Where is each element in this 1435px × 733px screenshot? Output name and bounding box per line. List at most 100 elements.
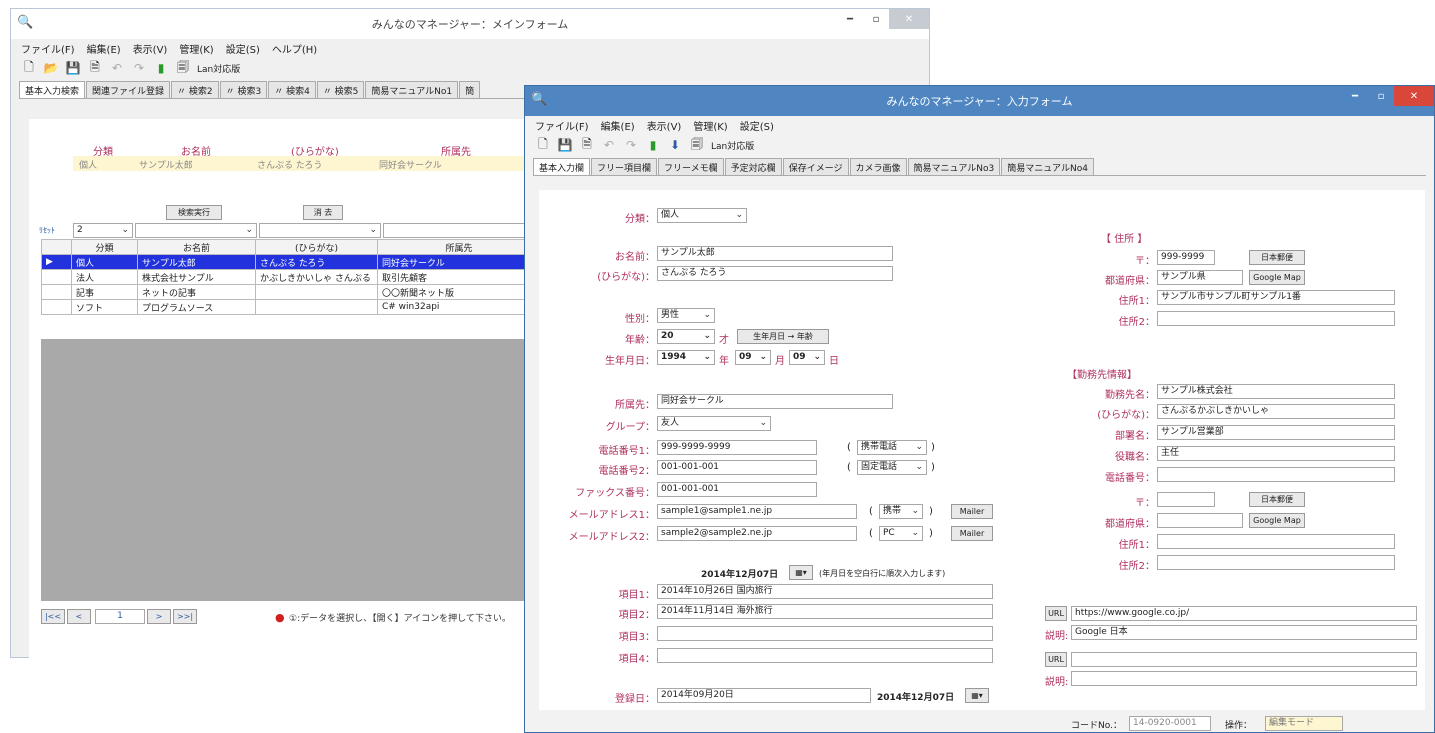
url-button[interactable]: URL [1045, 606, 1067, 621]
reg-calendar-dropdown-icon[interactable]: ▦▾ [965, 688, 989, 703]
mail2-field[interactable]: sample2@sample2.ne.jp [657, 526, 857, 541]
addr-a2-field[interactable] [1157, 311, 1395, 326]
work-gmap-button[interactable]: Google Map [1249, 513, 1305, 528]
menu-view[interactable]: 表示(V) [647, 118, 682, 133]
cat-select[interactable]: 個人 [657, 208, 747, 223]
kana-field[interactable]: さんぷる たろう [657, 266, 893, 281]
minimize-button[interactable]: ━ [837, 9, 863, 29]
group-select[interactable]: 友人 [657, 416, 771, 431]
tab-manual-more[interactable]: 簡 [459, 81, 481, 98]
sex-select[interactable]: 男性 [657, 308, 715, 323]
maximize-button[interactable]: ▫ [1368, 86, 1394, 106]
tab-manual3[interactable]: 簡易マニュアルNo3 [907, 158, 1001, 175]
maximize-button[interactable]: ▫ [863, 9, 889, 29]
work-dept-field[interactable]: サンプル営業部 [1157, 425, 1395, 440]
col-name[interactable]: お名前 [137, 239, 256, 255]
item4-field[interactable] [657, 648, 993, 663]
tab-related-files[interactable]: 関連ファイル登録 [86, 81, 171, 98]
undo-icon[interactable]: ↶ [109, 60, 125, 76]
work-tel-field[interactable] [1157, 467, 1395, 482]
fax-field[interactable]: 001-001-001 [657, 482, 817, 497]
mail1-type-select[interactable]: 携帯 [879, 504, 923, 519]
menu-edit[interactable]: 編集(E) [87, 41, 121, 56]
work-co-field[interactable]: サンプル株式会社 [1157, 384, 1395, 399]
mailer1-button[interactable]: Mailer [951, 504, 993, 519]
tab-schedule[interactable]: 予定対応欄 [724, 158, 782, 175]
work-kana-field[interactable]: さんぷるかぶしきかいしゃ [1157, 404, 1395, 419]
filter-org-select[interactable] [383, 223, 529, 238]
addr-postal-button[interactable]: 日本郵便 [1249, 250, 1305, 265]
calendar-dropdown-icon[interactable]: ▦▾ [789, 565, 813, 580]
tab-camera-image[interactable]: カメラ画像 [849, 158, 907, 175]
table-row[interactable]: 記事 ネットの記事 〇〇新聞ネット版 [41, 284, 541, 300]
work-a1-field[interactable] [1157, 534, 1395, 549]
close-button[interactable]: ✕ [1394, 86, 1434, 106]
work-zip-field[interactable] [1157, 492, 1215, 507]
birth-year-select[interactable]: 1994 [657, 350, 715, 365]
new-icon[interactable]: 🗋 [21, 60, 37, 76]
org-field[interactable]: 同好会サークル [657, 394, 893, 409]
work-pref-field[interactable] [1157, 513, 1243, 528]
close-button[interactable]: ✕ [889, 9, 929, 29]
tab-manual4[interactable]: 簡易マニュアルNo4 [1001, 158, 1094, 175]
first-page-button[interactable]: |<< [41, 609, 65, 624]
name-field[interactable]: サンプル太郎 [657, 246, 893, 261]
menu-settings[interactable]: 設定(S) [226, 41, 260, 56]
table-row[interactable]: ▶ 個人 サンプル太郎 さんぷる たろう 同好会サークル [41, 254, 541, 270]
url2-button[interactable]: URL [1045, 652, 1067, 667]
preview-icon[interactable]: 🗎 [87, 60, 103, 76]
menu-manage[interactable]: 管理(K) [179, 41, 213, 56]
tab-free-items[interactable]: フリー項目欄 [591, 158, 658, 175]
clear-button[interactable]: 消 去 [303, 205, 343, 220]
filter-kana-select[interactable] [259, 223, 381, 238]
prev-page-button[interactable]: < [67, 609, 91, 624]
print-icon[interactable]: 🗐 [175, 60, 191, 76]
birth-month-select[interactable]: 09 [735, 350, 771, 365]
tel2-type-select[interactable]: 固定電話 [857, 460, 927, 475]
reg-date-field[interactable]: 2014年09月20日 [657, 688, 871, 703]
clipboard-icon[interactable]: ▮ [645, 137, 661, 153]
tab-basic-input[interactable]: 基本入力欄 [533, 158, 591, 175]
undo-icon[interactable]: ↶ [601, 137, 617, 153]
addr-pref-field[interactable]: サンプル県 [1157, 270, 1243, 285]
item3-field[interactable] [657, 626, 993, 641]
menu-view[interactable]: 表示(V) [133, 41, 168, 56]
birth-to-age-button[interactable]: 生年月日 → 年齢 [737, 329, 829, 344]
birth-day-select[interactable]: 09 [789, 350, 825, 365]
url2-field[interactable] [1071, 652, 1417, 667]
clipboard-icon[interactable]: ▮ [153, 60, 169, 76]
tab-search4[interactable]: 〃 検索4 [268, 81, 316, 98]
download-icon[interactable]: ⬇ [667, 137, 683, 153]
new-icon[interactable]: 🗋 [535, 137, 551, 153]
tab-search3[interactable]: 〃 検索3 [219, 81, 268, 98]
redo-icon[interactable]: ↷ [623, 137, 639, 153]
work-post-field[interactable]: 主任 [1157, 446, 1395, 461]
tab-search2[interactable]: 〃 検索2 [171, 81, 219, 98]
preview-icon[interactable]: 🗎 [579, 137, 595, 153]
url-desc-field[interactable]: Google 日本 [1071, 625, 1417, 640]
col-kana[interactable]: (ひらがな) [255, 239, 378, 255]
tab-basic-search[interactable]: 基本入力検索 [19, 81, 86, 98]
menu-edit[interactable]: 編集(E) [601, 118, 635, 133]
mail2-type-select[interactable]: PC [879, 526, 923, 541]
table-row[interactable]: 法人 株式会社サンプル かぶしきかいしゃ さんぷる 取引先顧客 [41, 269, 541, 285]
filter-name-select[interactable] [135, 223, 257, 238]
item2-field[interactable]: 2014年11月14日 海外旅行 [657, 604, 993, 619]
menu-settings[interactable]: 設定(S) [740, 118, 774, 133]
tel2-field[interactable]: 001-001-001 [657, 460, 817, 475]
mailer2-button[interactable]: Mailer [951, 526, 993, 541]
open-folder-icon[interactable]: 📂 [43, 60, 59, 76]
mail1-field[interactable]: sample1@sample1.ne.jp [657, 504, 857, 519]
tel1-type-select[interactable]: 携帯電話 [857, 440, 927, 455]
work-a2-field[interactable] [1157, 555, 1395, 570]
addr-zip-field[interactable]: 999-9999 [1157, 250, 1215, 265]
filter-cat-select[interactable]: 2 [73, 223, 133, 238]
table-row[interactable]: ソフト プログラムソース C# win32api [41, 299, 541, 315]
print-icon[interactable]: 🗐 [689, 137, 705, 153]
menu-manage[interactable]: 管理(K) [693, 118, 727, 133]
menu-file[interactable]: ファイル(F) [21, 41, 75, 56]
col-org[interactable]: 所属先 [377, 239, 541, 255]
tab-manual1[interactable]: 簡易マニュアルNo1 [365, 81, 459, 98]
last-page-button[interactable]: >>| [173, 609, 197, 624]
item1-field[interactable]: 2014年10月26日 国内旅行 [657, 584, 993, 599]
